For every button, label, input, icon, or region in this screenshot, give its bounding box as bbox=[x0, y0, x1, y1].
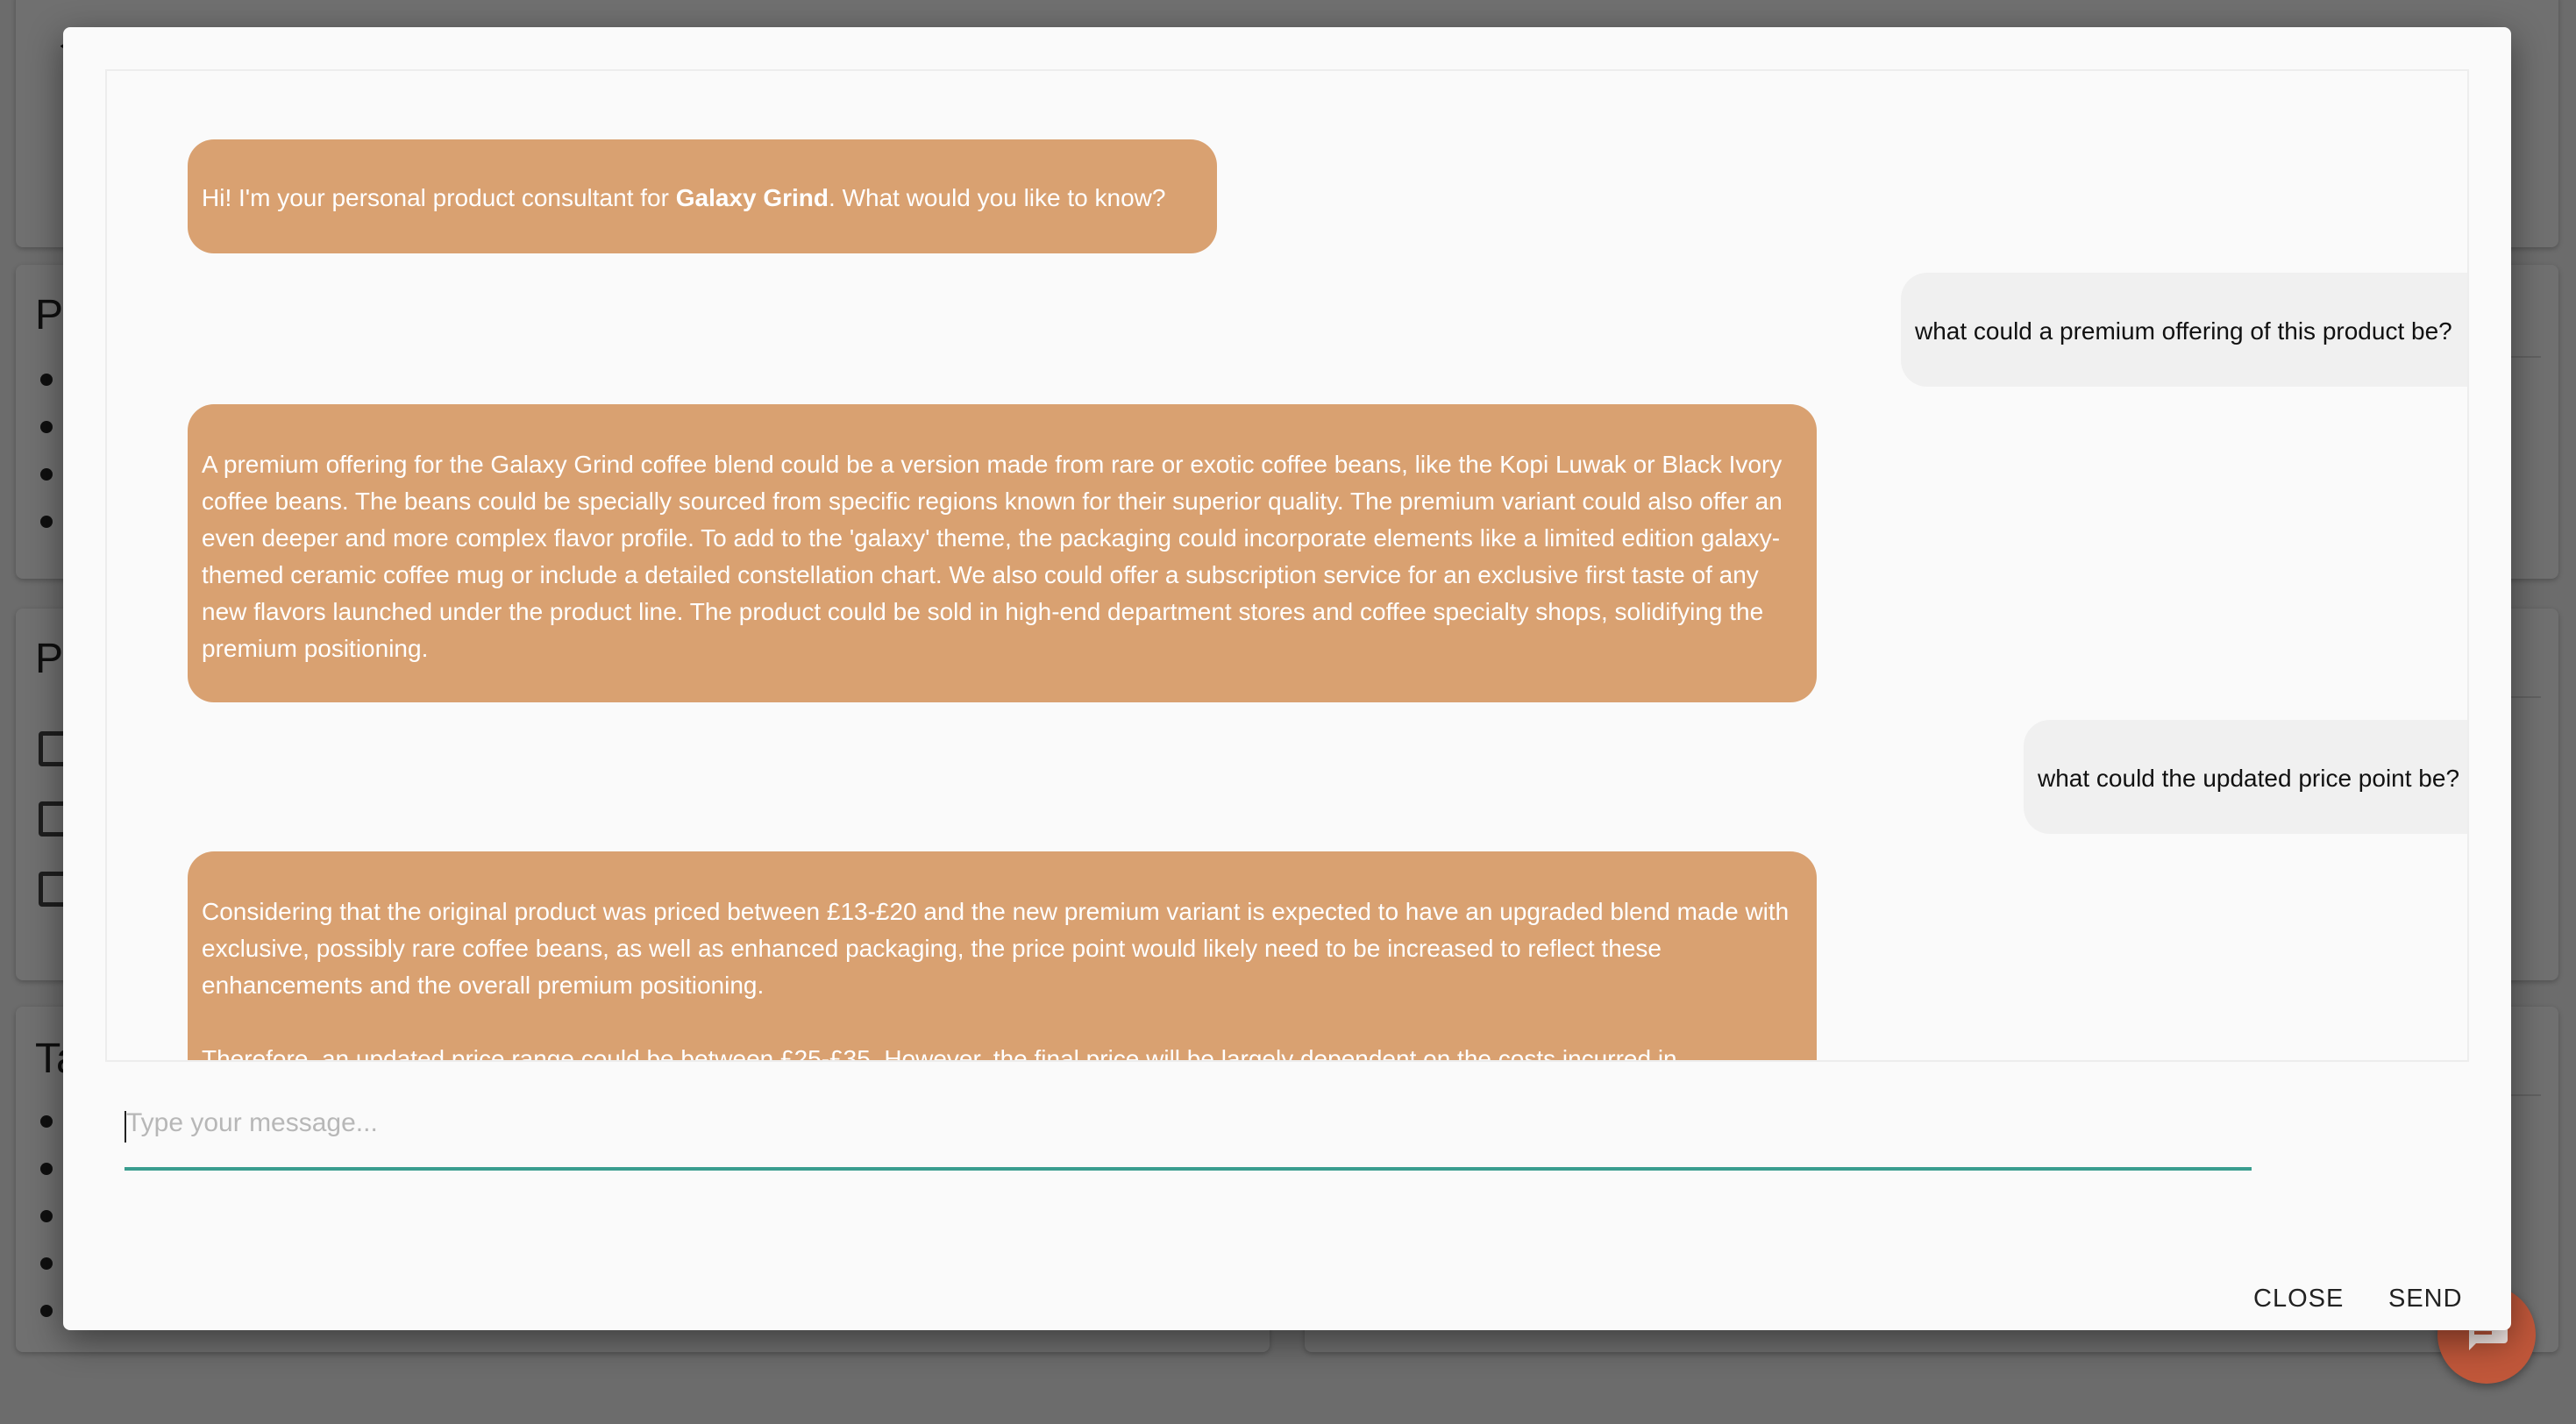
user-message: what could a premium offering of this pr… bbox=[1901, 273, 2467, 387]
bot-message: A premium offering for the Galaxy Grind … bbox=[188, 404, 1817, 702]
close-button[interactable]: CLOSE bbox=[2253, 1272, 2344, 1325]
chat-dialog: Hi! I'm your personal product consultant… bbox=[63, 27, 2511, 1330]
bot-message: Considering that the original product wa… bbox=[188, 851, 1817, 1062]
bot-message-text: A premium offering for the Galaxy Grind … bbox=[202, 451, 1790, 662]
message-input[interactable] bbox=[125, 1079, 2252, 1167]
bot-message-text: Hi! I'm your personal product consultant… bbox=[202, 184, 1166, 211]
bot-message: Hi! I'm your personal product consultant… bbox=[188, 139, 1217, 253]
user-message-text: what could a premium offering of this pr… bbox=[1915, 317, 2452, 345]
user-message-text: what could the updated price point be? bbox=[2038, 765, 2460, 792]
message-input-field[interactable] bbox=[125, 1079, 2252, 1171]
bot-message-text: Considering that the original product wa… bbox=[202, 898, 1790, 1062]
send-button[interactable]: SEND bbox=[2388, 1272, 2463, 1325]
message-list[interactable]: Hi! I'm your personal product consultant… bbox=[105, 69, 2469, 1062]
user-message: what could the updated price point be? bbox=[2024, 720, 2467, 834]
text-caret bbox=[125, 1111, 126, 1143]
